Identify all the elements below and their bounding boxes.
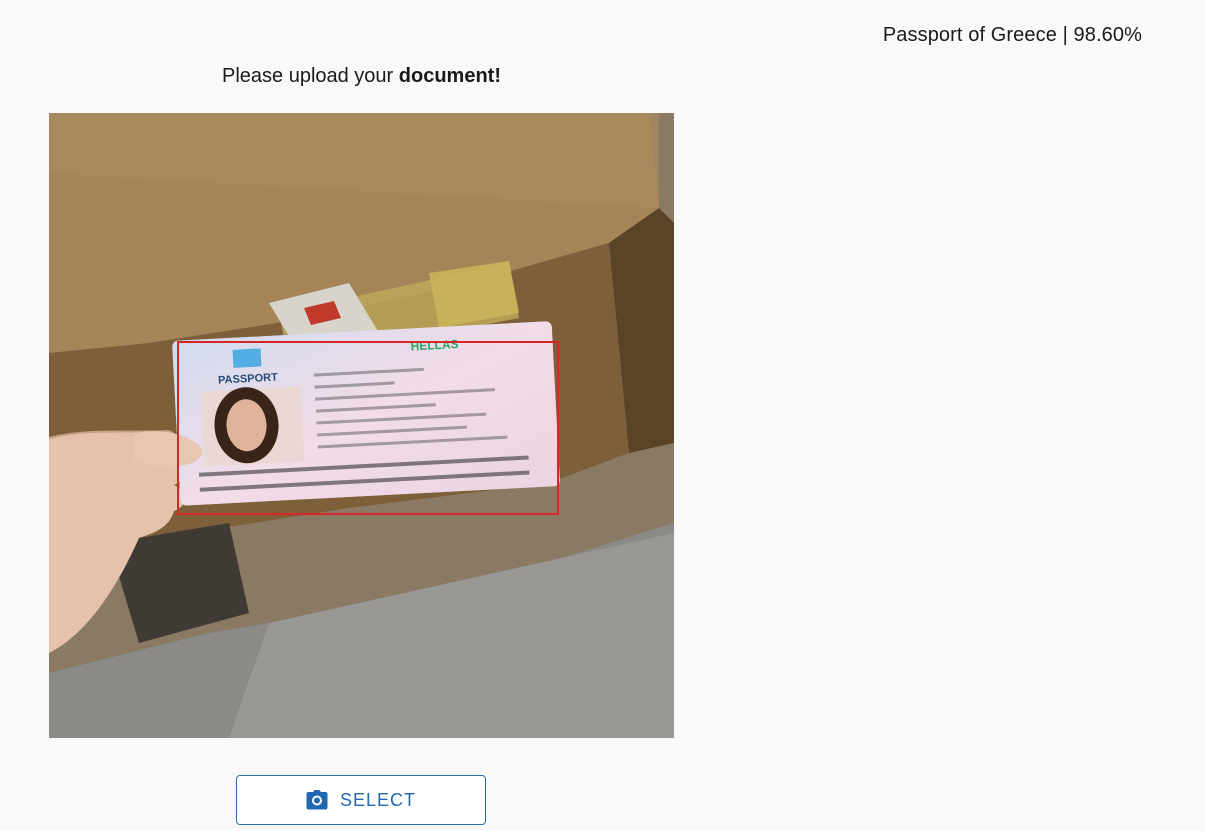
- upload-prompt-emphasis: document!: [398, 65, 501, 87]
- passport-country-label: HELLAS: [410, 337, 459, 353]
- detection-result: Passport of Greece | 98.60%: [882, 24, 1142, 46]
- select-button-label: SELECT: [339, 789, 417, 810]
- select-button[interactable]: SELECT: [236, 775, 486, 825]
- upload-prompt: Please upload your document!: [49, 65, 674, 88]
- upload-prompt-lead: Please upload your: [221, 65, 399, 87]
- camera-icon: [306, 790, 328, 810]
- uploaded-document-photo: PASSPORT HELLAS: [49, 113, 674, 738]
